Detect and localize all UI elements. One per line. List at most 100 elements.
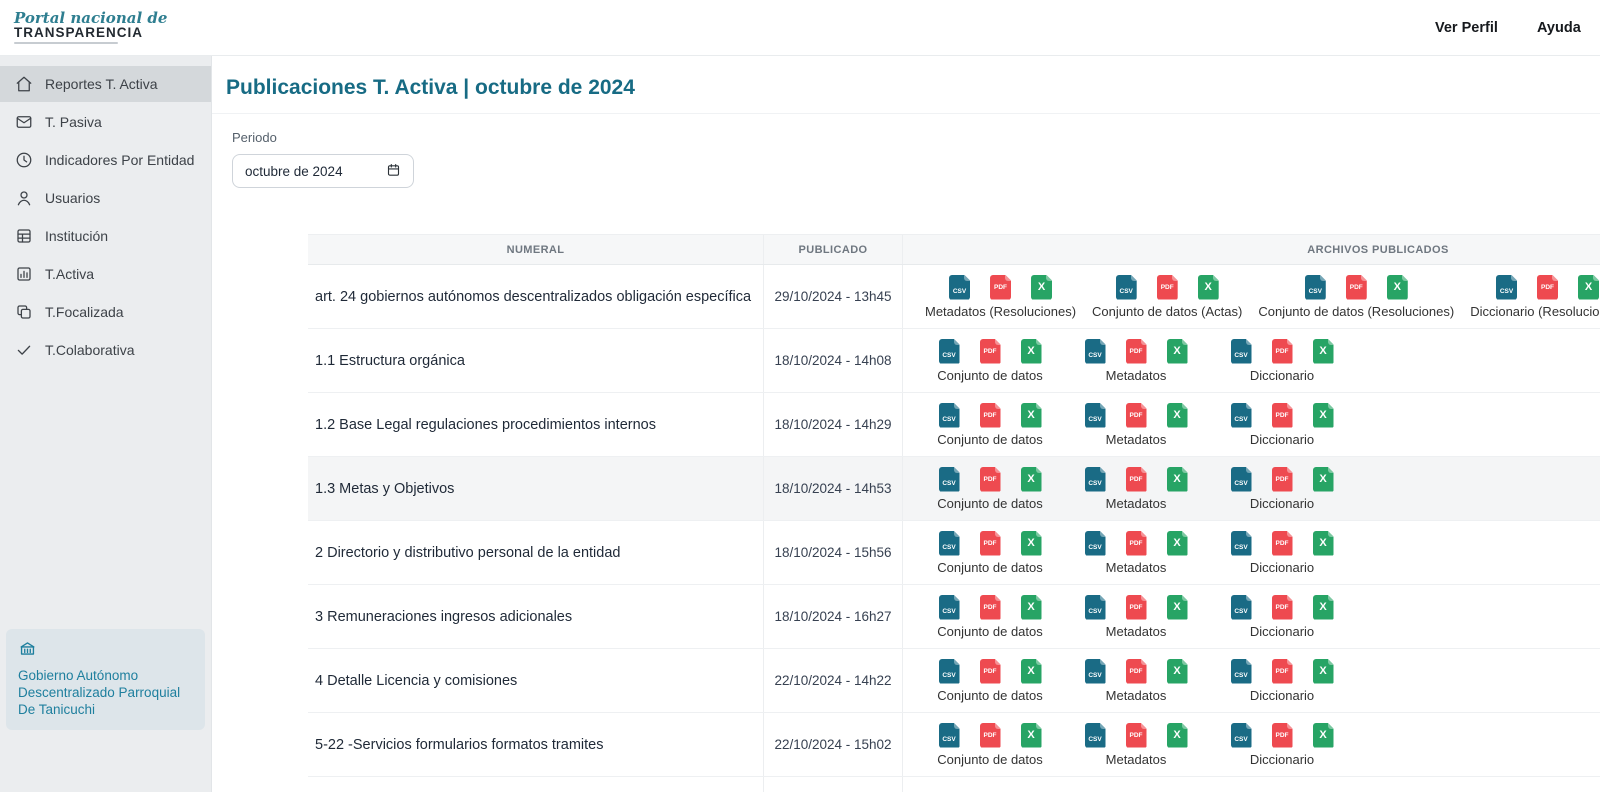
pdf-file-icon[interactable]: PDF (1126, 403, 1147, 428)
xls-file-icon[interactable]: X (1578, 275, 1599, 300)
pdf-file-icon[interactable]: PDF (990, 275, 1011, 300)
pdf-file-icon[interactable]: PDF (1126, 723, 1147, 748)
pdf-file-icon[interactable]: PDF (1126, 339, 1147, 364)
pdf-file-icon[interactable]: PDF (1272, 467, 1293, 492)
pdf-file-icon[interactable]: PDF (980, 403, 1001, 428)
csv-file-icon[interactable]: CSV (939, 723, 960, 748)
csv-file-icon[interactable]: CSV (1231, 403, 1252, 428)
xls-file-icon[interactable]: X (1167, 659, 1188, 684)
archivos-cell: CSVPDFXConjunto de datosCSVPDFXMetadatos… (903, 457, 1600, 520)
xls-file-icon[interactable]: X (1031, 275, 1052, 300)
xls-file-icon[interactable]: X (1313, 723, 1334, 748)
sidebar-item-t-colaborativa[interactable]: T.Colaborativa (0, 332, 211, 368)
csv-file-icon[interactable]: CSV (1085, 595, 1106, 620)
csv-file-icon[interactable]: CSV (939, 531, 960, 556)
csv-file-icon[interactable]: CSV (939, 595, 960, 620)
xls-file-icon[interactable]: X (1021, 723, 1042, 748)
csv-file-icon[interactable]: CSV (939, 467, 960, 492)
file-group: CSVPDFXDiccionario (Resoluciones) (1462, 275, 1600, 319)
xls-file-icon[interactable]: X (1313, 659, 1334, 684)
csv-file-icon[interactable]: CSV (1085, 531, 1106, 556)
pdf-file-icon[interactable]: PDF (980, 595, 1001, 620)
table-row: 1.2 Base Legal regulaciones procedimient… (308, 393, 1600, 457)
pdf-file-icon[interactable]: PDF (1126, 595, 1147, 620)
pdf-file-icon[interactable]: PDF (980, 467, 1001, 492)
xls-file-icon[interactable]: X (1021, 659, 1042, 684)
numeral-cell: 1.1 Estructura orgánica (308, 329, 763, 392)
xls-file-icon[interactable]: X (1313, 467, 1334, 492)
file-group-label: Conjunto de datos (937, 688, 1043, 703)
pdf-file-icon[interactable]: PDF (1126, 467, 1147, 492)
pdf-file-icon[interactable]: PDF (980, 339, 1001, 364)
pdf-file-icon[interactable]: PDF (1346, 275, 1367, 300)
csv-file-icon[interactable]: CSV (1231, 467, 1252, 492)
pdf-file-icon[interactable]: PDF (1272, 531, 1293, 556)
xls-file-icon[interactable]: X (1167, 531, 1188, 556)
period-date-input[interactable]: octubre de 2024 (232, 154, 414, 188)
logo-tagline-rule (14, 42, 118, 44)
sidebar-item-indicadores-por-entidad[interactable]: Indicadores Por Entidad (0, 142, 211, 178)
csv-file-icon[interactable]: CSV (939, 403, 960, 428)
csv-file-icon[interactable]: CSV (1496, 275, 1517, 300)
building-icon (15, 227, 33, 245)
csv-file-icon[interactable]: CSV (1231, 659, 1252, 684)
sidebar-item-instituci-n[interactable]: Institución (0, 218, 211, 254)
xls-file-icon[interactable]: X (1021, 467, 1042, 492)
xls-file-icon[interactable]: X (1021, 339, 1042, 364)
sidebar-item-label: T.Colaborativa (45, 341, 135, 359)
pdf-file-icon[interactable]: PDF (980, 531, 1001, 556)
xls-file-icon[interactable]: X (1167, 595, 1188, 620)
pdf-file-icon[interactable]: PDF (1537, 275, 1558, 300)
ayuda-link[interactable]: Ayuda (1537, 0, 1581, 55)
csv-file-icon[interactable]: CSV (1085, 403, 1106, 428)
csv-file-icon[interactable]: CSV (1231, 339, 1252, 364)
csv-file-icon[interactable]: CSV (1085, 339, 1106, 364)
table-row: 2 Directorio y distributivo personal de … (308, 521, 1600, 585)
sidebar-item-t-activa[interactable]: T.Activa (0, 256, 211, 292)
xls-file-icon[interactable]: X (1167, 467, 1188, 492)
xls-file-icon[interactable]: X (1167, 403, 1188, 428)
csv-file-icon[interactable]: CSV (1085, 723, 1106, 748)
xls-file-icon[interactable]: X (1021, 531, 1042, 556)
file-group: CSVPDFXConjunto de datos (Resoluciones) (1250, 275, 1462, 319)
csv-file-icon[interactable]: CSV (939, 339, 960, 364)
csv-file-icon[interactable]: CSV (949, 275, 970, 300)
xls-file-icon[interactable]: X (1021, 595, 1042, 620)
file-group: CSVPDFXDiccionario (1209, 659, 1355, 703)
pdf-file-icon[interactable]: PDF (1272, 339, 1293, 364)
csv-file-icon[interactable]: CSV (1231, 595, 1252, 620)
pdf-file-icon[interactable]: PDF (980, 659, 1001, 684)
file-group: CSVPDFXDiccionario (1209, 531, 1355, 575)
xls-file-icon[interactable]: X (1021, 403, 1042, 428)
pdf-file-icon[interactable]: PDF (1126, 659, 1147, 684)
pdf-file-icon[interactable]: PDF (1272, 723, 1293, 748)
csv-file-icon[interactable]: CSV (1231, 723, 1252, 748)
file-group: CSVPDFXMetadatos (1063, 723, 1209, 767)
pdf-file-icon[interactable]: PDF (1157, 275, 1178, 300)
sidebar-item-reportes-t-activa[interactable]: Reportes T. Activa (0, 66, 211, 102)
sidebar-item-t-focalizada[interactable]: T.Focalizada (0, 294, 211, 330)
csv-file-icon[interactable]: CSV (1305, 275, 1326, 300)
pdf-file-icon[interactable]: PDF (980, 723, 1001, 748)
csv-file-icon[interactable]: CSV (939, 659, 960, 684)
xls-file-icon[interactable]: X (1313, 595, 1334, 620)
csv-file-icon[interactable]: CSV (1085, 467, 1106, 492)
sidebar-item-t-pasiva[interactable]: T. Pasiva (0, 104, 211, 140)
pdf-file-icon[interactable]: PDF (1272, 403, 1293, 428)
xls-file-icon[interactable]: X (1313, 339, 1334, 364)
pdf-file-icon[interactable]: PDF (1272, 595, 1293, 620)
sidebar-item-usuarios[interactable]: Usuarios (0, 180, 211, 216)
xls-file-icon[interactable]: X (1167, 723, 1188, 748)
xls-file-icon[interactable]: X (1313, 403, 1334, 428)
xls-file-icon[interactable]: X (1313, 531, 1334, 556)
csv-file-icon[interactable]: CSV (1231, 531, 1252, 556)
xls-file-icon[interactable]: X (1387, 275, 1408, 300)
csv-file-icon[interactable]: CSV (1085, 659, 1106, 684)
xls-file-icon[interactable]: X (1167, 339, 1188, 364)
ver-perfil-link[interactable]: Ver Perfil (1435, 0, 1498, 55)
table-row: 4 Detalle Licencia y comisiones22/10/202… (308, 649, 1600, 713)
xls-file-icon[interactable]: X (1198, 275, 1219, 300)
pdf-file-icon[interactable]: PDF (1126, 531, 1147, 556)
pdf-file-icon[interactable]: PDF (1272, 659, 1293, 684)
csv-file-icon[interactable]: CSV (1116, 275, 1137, 300)
